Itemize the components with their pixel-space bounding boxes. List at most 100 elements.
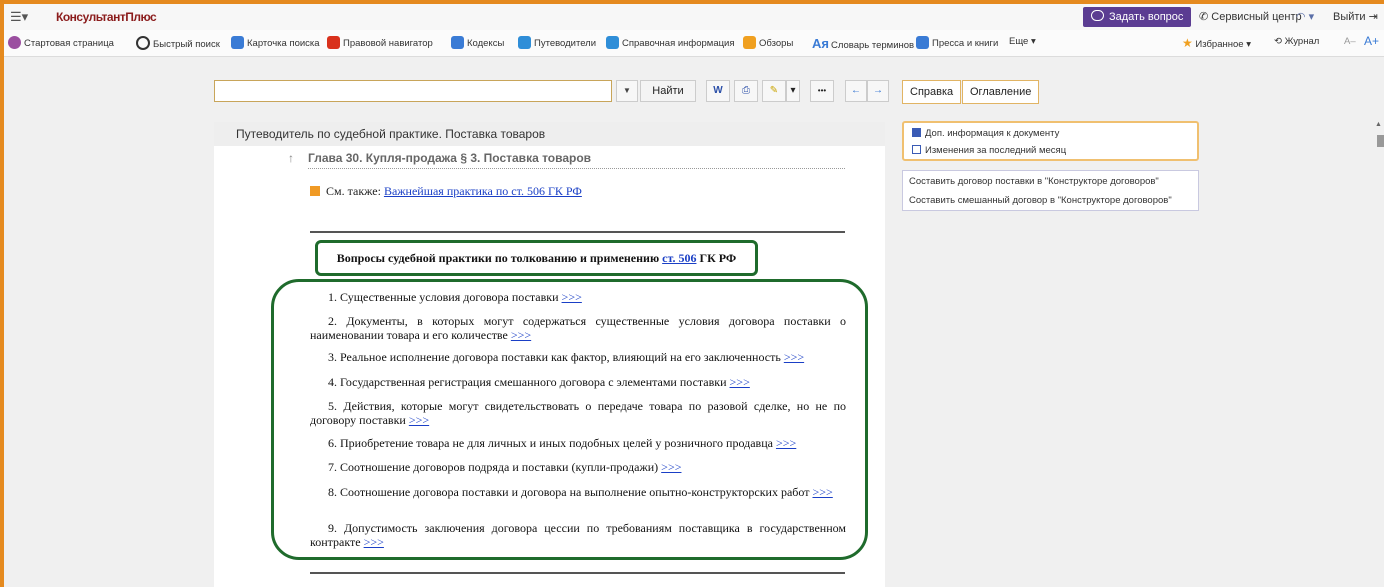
see-also: См. также: Важнейшая практика по ст. 506…: [310, 184, 582, 199]
scrollbar-thumb[interactable]: [1377, 135, 1384, 147]
toolbar-guides[interactable]: Путеводители: [518, 36, 596, 49]
article-link[interactable]: ст. 506: [662, 251, 696, 265]
toolbar-label: Словарь терминов: [830, 40, 915, 51]
list-item: 8. Соотношение договора поставки и догов…: [310, 485, 846, 499]
find-button[interactable]: Найти: [640, 80, 696, 102]
more-link[interactable]: >>>: [730, 375, 750, 389]
exit-button[interactable]: Выйти ⇥: [1333, 10, 1378, 23]
more-link[interactable]: >>>: [776, 436, 796, 450]
phone-icon: ✆: [1199, 11, 1212, 23]
app-logo[interactable]: КонсультантПлюс: [56, 10, 157, 24]
toolbar-label: Путеводители: [534, 38, 597, 49]
list-item: 4. Государственная регистрация смешанног…: [310, 375, 846, 389]
questions-title-suffix: ГК РФ: [699, 251, 737, 265]
list-item: 5. Действия, которые могут свидетельство…: [310, 399, 846, 427]
reference-icon: [606, 36, 619, 49]
search-card-icon: [231, 36, 244, 49]
edit-icon: [912, 145, 921, 154]
toolbar-start-page[interactable]: Стартовая страница: [8, 36, 114, 49]
reviews-icon: [743, 36, 756, 49]
search-history-dropdown[interactable]: ▼: [616, 80, 638, 102]
question-text: 1. Существенные условия договора поставк…: [328, 290, 559, 304]
list-item: 1. Существенные условия договора поставк…: [310, 290, 846, 304]
document-header: Путеводитель по судебной практике. Поста…: [214, 122, 885, 146]
toolbar-label: Журнал: [1284, 36, 1320, 47]
user-menu-caret: ▾: [1308, 11, 1315, 23]
toolbar-reviews[interactable]: Обзоры: [743, 36, 793, 49]
window-frame-left: [0, 0, 4, 587]
document-title: Путеводитель по судебной практике. Поста…: [236, 127, 546, 141]
user-menu-button[interactable]: ◠ ▾: [1296, 10, 1314, 23]
toolbar-quick-search[interactable]: Быстрый поиск: [136, 36, 220, 50]
navigator-icon: [327, 36, 340, 49]
font-smaller-button[interactable]: A–: [1344, 36, 1356, 47]
extra-info-link[interactable]: Доп. информация к документу: [912, 128, 1059, 139]
dictionary-icon: Aя: [812, 36, 829, 51]
list-item: 3. Реальное исполнение договора поставки…: [310, 350, 846, 364]
question-text: 6. Приобретение товара не для личных и и…: [328, 436, 773, 450]
more-link[interactable]: >>>: [562, 290, 582, 304]
bookmark-icon: [310, 186, 320, 196]
more-link[interactable]: >>>: [511, 328, 531, 342]
toolbar-label: Обзоры: [759, 38, 794, 49]
chapter-heading[interactable]: Глава 30. Купля-продажа § 3. Поставка то…: [308, 151, 845, 169]
construct-mixed-link[interactable]: Составить смешанный договор в "Конструкт…: [909, 195, 1172, 206]
toolbar-label: Пресса и книги: [932, 38, 999, 49]
marker-dropdown[interactable]: ▾: [786, 80, 800, 102]
toolbar-search-card[interactable]: Карточка поиска: [231, 36, 320, 49]
more-link[interactable]: >>>: [364, 535, 384, 549]
ask-question-button[interactable]: Задать вопрос: [1083, 7, 1192, 27]
search-input[interactable]: [214, 80, 612, 102]
forward-button[interactable]: →: [867, 80, 889, 102]
toolbar-label: Стартовая страница: [24, 38, 114, 49]
list-item: 2. Документы, в которых могут содержатьс…: [310, 314, 846, 342]
tab-contents[interactable]: Оглавление: [962, 80, 1040, 104]
toolbar-press[interactable]: Пресса и книги: [916, 36, 998, 49]
signpost-icon: [518, 36, 531, 49]
toolbar-legal-navigator[interactable]: Правовой навигатор: [327, 36, 433, 49]
more-actions-button[interactable]: •••: [810, 80, 834, 102]
divider: [310, 231, 845, 233]
toolbar-journal[interactable]: ⟲ Журнал: [1274, 36, 1319, 47]
search-icon: [136, 36, 150, 50]
toolbar-codexes[interactable]: Кодексы: [451, 36, 504, 49]
font-larger-button[interactable]: A+: [1364, 34, 1379, 48]
up-arrow-icon[interactable]: ↑: [288, 151, 294, 165]
user-icon: ◠: [1296, 11, 1306, 23]
toolbar-favorites[interactable]: ★ Избранное ▾: [1182, 36, 1251, 50]
marker-button[interactable]: ✎: [762, 80, 786, 102]
scroll-up-icon[interactable]: ▲: [1375, 121, 1382, 128]
info-icon: [912, 128, 921, 137]
toolbar-dictionary[interactable]: Aя Словарь терминов: [812, 36, 914, 51]
tab-help[interactable]: Справка: [902, 80, 962, 104]
question-text: 3. Реальное исполнение договора поставки…: [328, 350, 781, 364]
changes-link[interactable]: Изменения за последний месяц: [912, 145, 1066, 156]
more-link[interactable]: >>>: [661, 460, 681, 474]
press-icon: [916, 36, 929, 49]
main-menu-button[interactable]: ☰▾: [10, 9, 28, 25]
export-word-button[interactable]: W: [706, 80, 730, 102]
toolbar-more[interactable]: Еще ▾: [1009, 36, 1036, 47]
toolbar-label: Быстрый поиск: [153, 39, 220, 50]
more-link[interactable]: >>>: [409, 413, 429, 427]
toolbar-reference[interactable]: Справочная информация: [606, 36, 735, 49]
service-center-button[interactable]: ✆ Сервисный центр: [1199, 10, 1302, 23]
ask-question-label: Задать вопрос: [1109, 11, 1184, 23]
more-link[interactable]: >>>: [784, 350, 804, 364]
print-button[interactable]: ⎙: [734, 80, 758, 102]
document-info-box: Доп. информация к документу Изменения за…: [902, 121, 1199, 161]
star-icon: ★: [1182, 36, 1193, 50]
toolbar-label: Кодексы: [467, 38, 505, 49]
see-also-link[interactable]: Важнейшая практика по ст. 506 ГК РФ: [384, 184, 582, 198]
more-link[interactable]: >>>: [812, 485, 832, 499]
question-text: 5. Действия, которые могут свидетельство…: [310, 399, 846, 427]
document-panel: Путеводитель по судебной практике. Поста…: [214, 122, 885, 587]
construct-supply-link[interactable]: Составить договор поставки в "Конструкто…: [909, 176, 1159, 187]
exit-label: Выйти: [1333, 11, 1366, 23]
list-item: 9. Допустимость заключения договора цесс…: [310, 521, 846, 549]
service-center-label: Сервисный центр: [1211, 11, 1302, 23]
divider: [310, 572, 845, 574]
questions-title: Вопросы судебной практики по толкованию …: [315, 240, 758, 276]
changes-label: Изменения за последний месяц: [925, 145, 1067, 156]
back-button[interactable]: ←: [845, 80, 867, 102]
